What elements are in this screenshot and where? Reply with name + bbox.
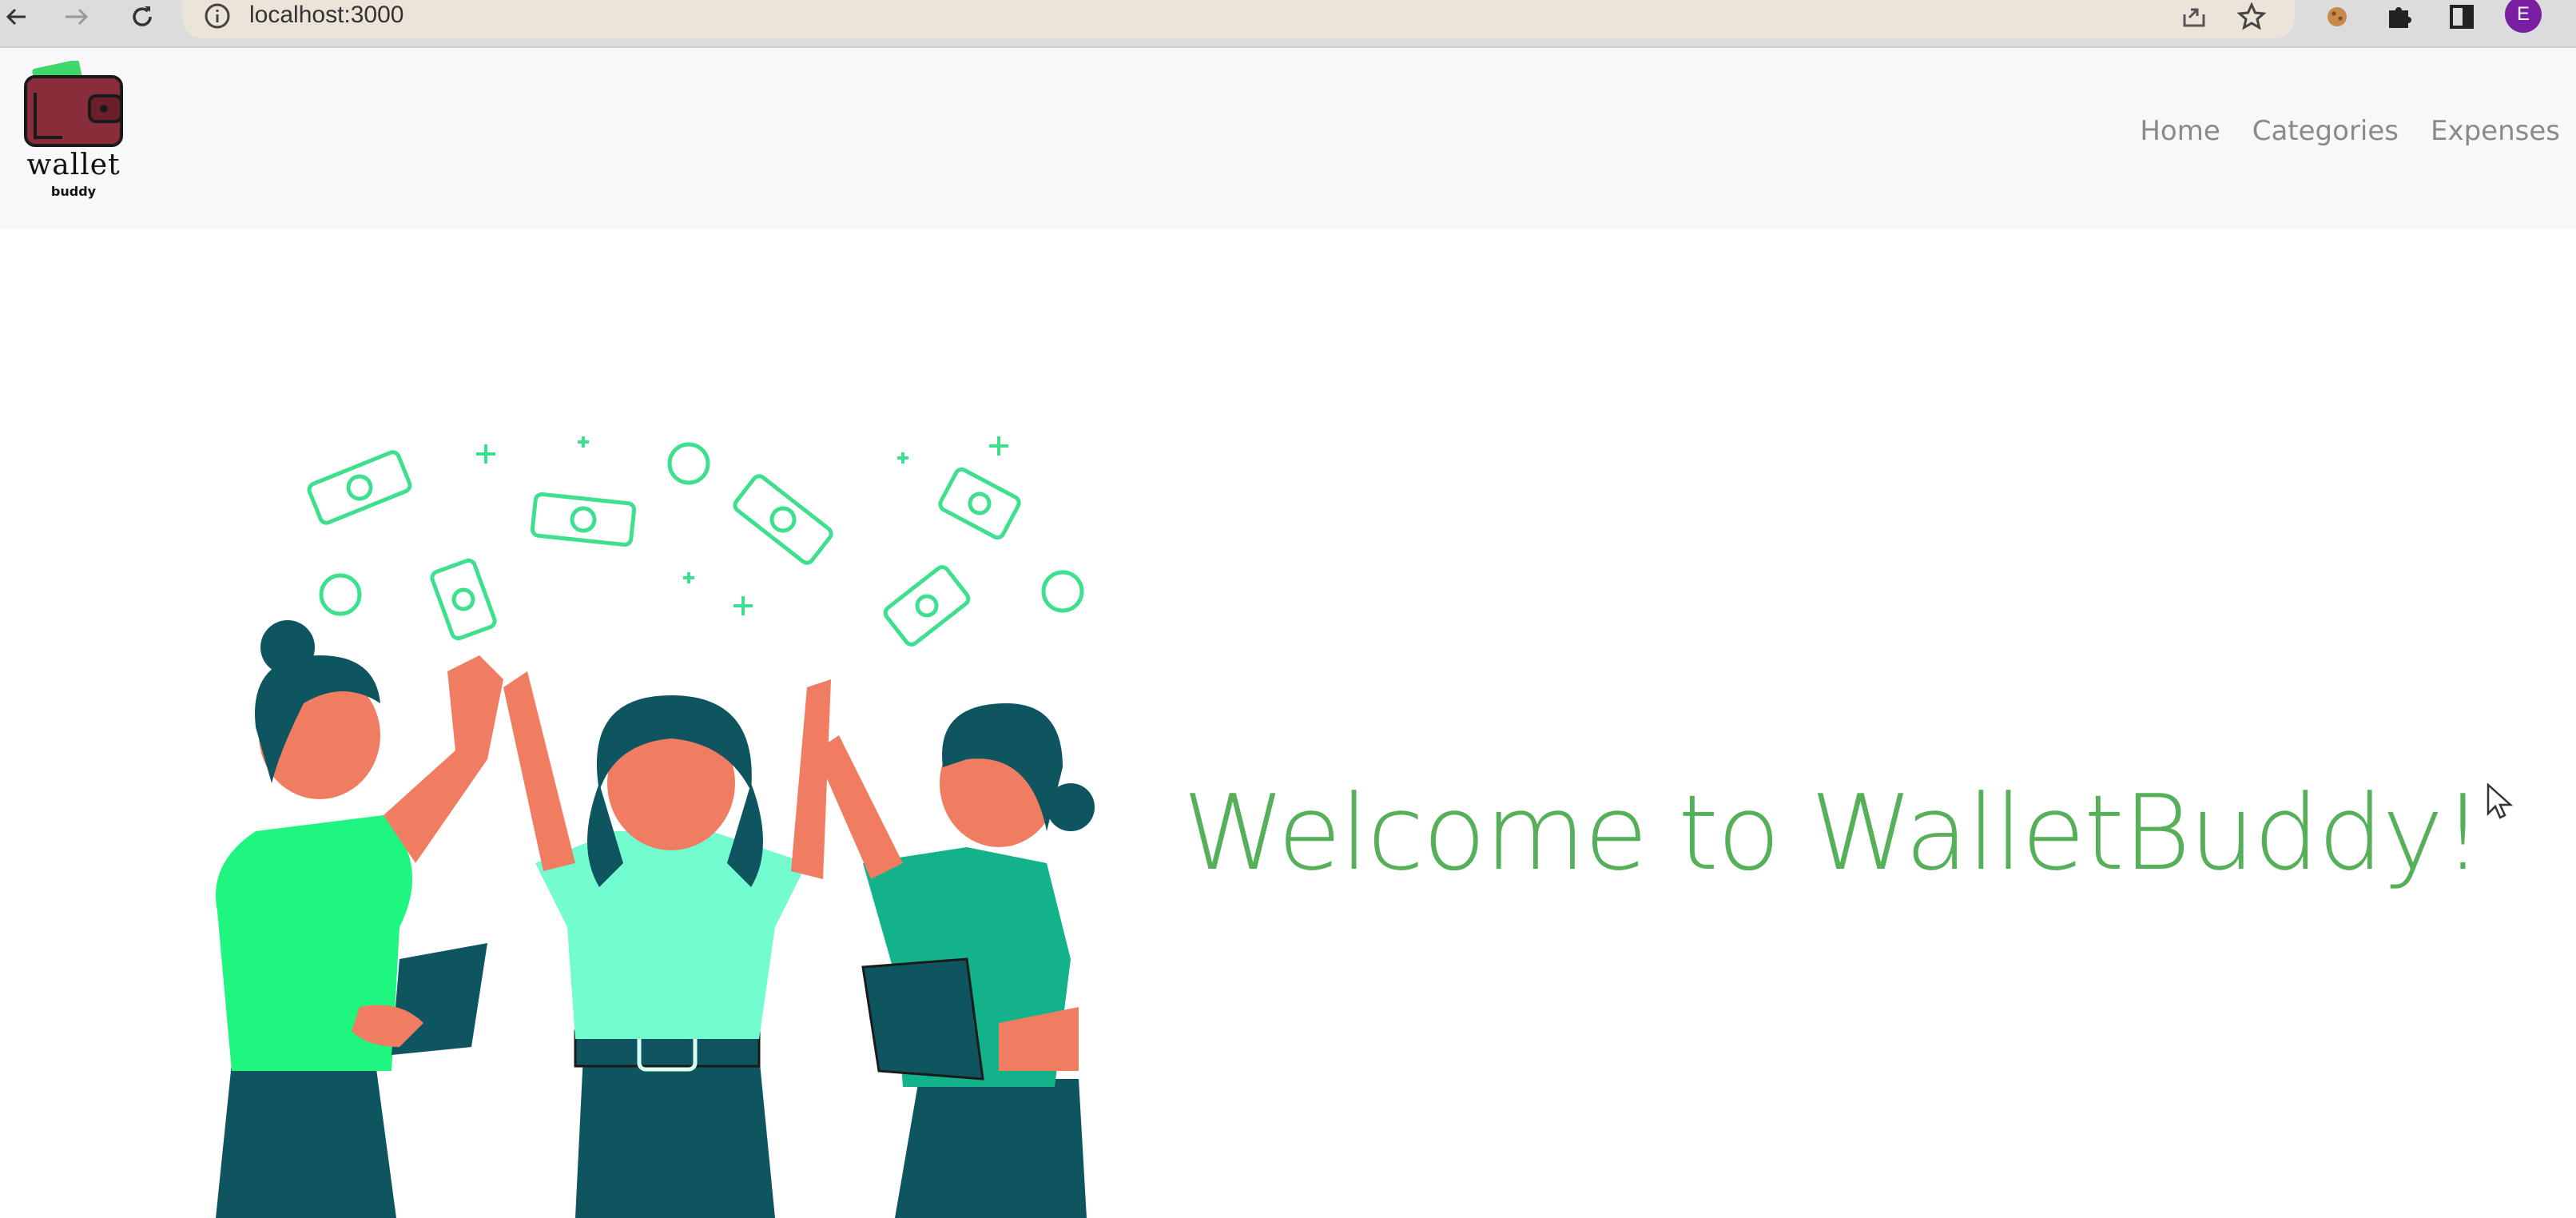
- brand-logo[interactable]: wallet buddy: [18, 61, 129, 221]
- nav-links: Home Categories Expenses: [2140, 115, 2560, 147]
- url-text: localhost:3000: [249, 2, 404, 28]
- celebration-illustration: [216, 436, 1095, 1218]
- person-right: [815, 703, 1095, 1218]
- sparkles: [476, 436, 1008, 615]
- reload-button[interactable]: [120, 0, 165, 34]
- nav-link-expenses[interactable]: Expenses: [2431, 115, 2560, 147]
- back-icon: [6, 8, 26, 26]
- info-icon: [205, 3, 230, 29]
- nav-link-home[interactable]: Home: [2140, 115, 2220, 147]
- star-icon: [2237, 2, 2266, 30]
- extension-cookie-button[interactable]: [2324, 0, 2351, 34]
- welcome-heading: Welcome to WalletBuddy!: [1183, 772, 2483, 894]
- side-panel-button[interactable]: [2448, 0, 2475, 34]
- address-bar[interactable]: localhost:3000: [182, 0, 2295, 38]
- share-icon: [2183, 8, 2205, 27]
- back-button[interactable]: [0, 0, 32, 34]
- logo-title: wallet: [26, 149, 121, 181]
- reload-icon: [133, 6, 152, 26]
- wallet-icon: [24, 61, 123, 147]
- puzzle-icon: [2389, 7, 2411, 28]
- avatar: E: [2505, 0, 2542, 33]
- bookmark-button[interactable]: [2237, 0, 2266, 34]
- profile-button[interactable]: E: [2504, 0, 2542, 34]
- forward-button[interactable]: [54, 0, 99, 34]
- app-navbar: wallet buddy Home Categories Expenses: [0, 48, 2576, 229]
- share-button[interactable]: [2180, 0, 2208, 34]
- logo-subtitle: buddy: [50, 184, 97, 199]
- sidepanel-icon: [2450, 5, 2474, 29]
- person-left: [216, 620, 503, 1218]
- browser-toolbar: localhost:3000 E: [0, 0, 2576, 48]
- nav-link-categories[interactable]: Categories: [2252, 115, 2399, 147]
- forward-icon: [66, 8, 89, 26]
- mouse-cursor-icon: [2487, 783, 2514, 819]
- extension-cookie-icon: [2328, 7, 2347, 26]
- extensions-button[interactable]: [2384, 0, 2413, 34]
- person-middle: [503, 671, 831, 1218]
- money-bills: [307, 442, 1084, 647]
